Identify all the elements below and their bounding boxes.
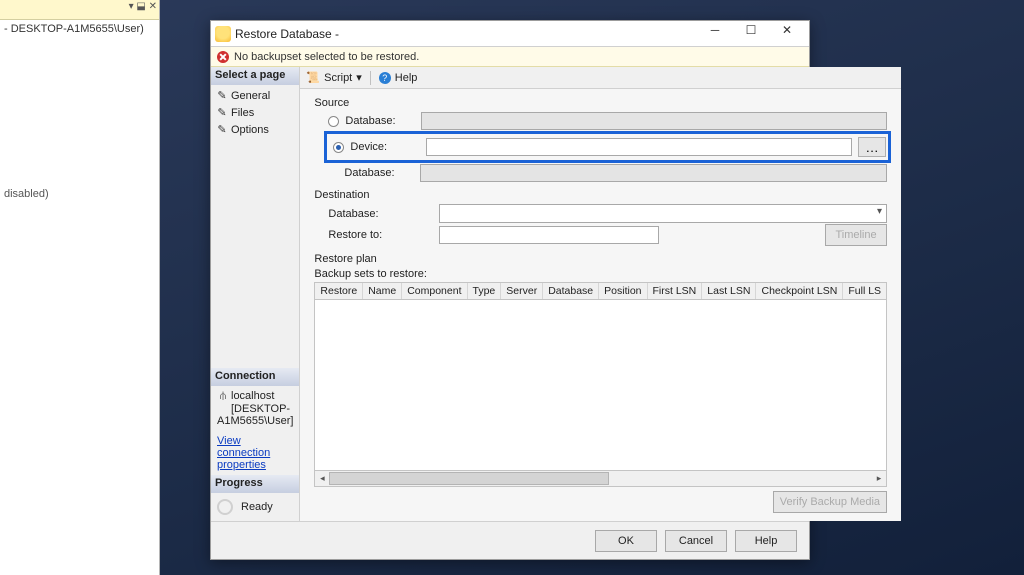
bg-crumb: - DESKTOP-A1M5655\User) xyxy=(0,20,159,38)
restore-plan-subtitle: Backup sets to restore: xyxy=(314,268,887,280)
help-button[interactable]: Help xyxy=(395,72,418,84)
backup-table-header: Restore Name Component Type Server Datab… xyxy=(314,282,887,300)
browse-device-button[interactable]: … xyxy=(858,137,886,157)
horizontal-scrollbar[interactable]: ◂ ▸ xyxy=(314,471,887,487)
source-title: Source xyxy=(314,97,887,109)
restore-to-label: Restore to: xyxy=(328,229,433,241)
progress-text: Ready xyxy=(241,501,273,513)
backup-table-body xyxy=(314,300,887,471)
page-icon: ✎ xyxy=(216,106,228,119)
script-toolbar: 📜 Script ▾ ? Help xyxy=(300,67,901,89)
destination-title: Destination xyxy=(314,189,887,201)
page-files[interactable]: ✎Files xyxy=(215,104,295,121)
source-inner-db-combo xyxy=(420,164,887,182)
minimize-button[interactable]: ─ xyxy=(697,23,733,45)
script-dropdown-icon[interactable]: ▾ xyxy=(356,71,362,84)
dest-database-label: Database: xyxy=(328,208,433,220)
col-type[interactable]: Type xyxy=(468,283,502,299)
source-group: Source Database: Device: … xyxy=(314,97,887,183)
error-icon xyxy=(217,51,229,63)
col-last-lsn[interactable]: Last LSN xyxy=(702,283,756,299)
help-button[interactable]: Help xyxy=(735,530,797,552)
background-panel: ▾ ⬓ ✕ - DESKTOP-A1M5655\User) disabled) xyxy=(0,0,160,575)
scroll-left-icon[interactable]: ◂ xyxy=(315,471,329,486)
page-label: Options xyxy=(231,124,269,136)
user-name: [DESKTOP-A1M5655\User] xyxy=(217,403,293,427)
close-button[interactable]: ✕ xyxy=(769,23,805,45)
maximize-button[interactable]: ☐ xyxy=(733,23,769,45)
page-label: Files xyxy=(231,107,254,119)
source-inner-db-label: Database: xyxy=(344,167,414,179)
scroll-thumb[interactable] xyxy=(329,472,609,485)
scroll-right-icon[interactable]: ▸ xyxy=(872,471,886,486)
timeline-button: Timeline xyxy=(825,224,887,246)
titlebar[interactable]: Restore Database - ─ ☐ ✕ xyxy=(211,21,809,47)
warning-text: No backupset selected to be restored. xyxy=(234,51,419,63)
col-position[interactable]: Position xyxy=(599,283,647,299)
progress-body: Ready xyxy=(211,493,299,521)
col-server[interactable]: Server xyxy=(501,283,543,299)
progress-spinner-icon xyxy=(217,499,233,515)
destination-group: Destination Database: Restore to: Timeli… xyxy=(314,189,887,247)
source-database-combo xyxy=(421,112,887,130)
restore-plan-title: Restore plan xyxy=(314,253,887,265)
select-page-header: Select a page xyxy=(211,67,299,85)
page-icon: ✎ xyxy=(216,89,228,102)
source-database-label: Database: xyxy=(345,115,415,127)
toolbar-separator xyxy=(370,71,371,85)
source-database-radio[interactable] xyxy=(328,116,339,127)
warning-bar: No backupset selected to be restored. xyxy=(211,47,809,67)
server-icon: ⫛ xyxy=(217,390,229,403)
col-checkpoint-lsn[interactable]: Checkpoint LSN xyxy=(756,283,843,299)
dest-database-combo[interactable] xyxy=(439,204,887,223)
view-connection-properties-link[interactable]: View connection properties xyxy=(211,431,299,475)
source-device-radio[interactable] xyxy=(333,142,344,153)
page-options[interactable]: ✎Options xyxy=(215,121,295,138)
source-device-input[interactable] xyxy=(426,138,852,156)
col-restore[interactable]: Restore xyxy=(315,283,363,299)
page-icon: ✎ xyxy=(216,123,228,136)
sidebar: Select a page ✎General ✎Files ✎Options C… xyxy=(211,67,299,521)
main-panel: 📜 Script ▾ ? Help Source Database: xyxy=(299,67,901,521)
progress-header: Progress xyxy=(211,475,299,493)
window-title: Restore Database - xyxy=(235,27,697,41)
connection-info: ⫛localhost [DESKTOP-A1M5655\User] xyxy=(211,386,299,431)
script-icon: 📜 xyxy=(306,71,320,84)
cancel-button[interactable]: Cancel xyxy=(665,530,727,552)
verify-backup-media-button: Verify Backup Media xyxy=(773,491,887,513)
bg-toolbar-buttons[interactable]: ▾ ⬓ ✕ xyxy=(129,1,157,12)
bg-toolbar: ▾ ⬓ ✕ xyxy=(0,0,159,20)
bg-disabled-text: disabled) xyxy=(0,188,159,200)
device-row-highlight: Device: … xyxy=(324,131,891,163)
server-name: localhost xyxy=(231,390,274,402)
source-device-label: Device: xyxy=(350,141,420,153)
page-general[interactable]: ✎General xyxy=(215,87,295,104)
col-database[interactable]: Database xyxy=(543,283,599,299)
ok-button[interactable]: OK xyxy=(595,530,657,552)
col-component[interactable]: Component xyxy=(402,283,467,299)
connection-header: Connection xyxy=(211,368,299,386)
app-icon xyxy=(215,26,231,42)
col-name[interactable]: Name xyxy=(363,283,402,299)
help-icon: ? xyxy=(379,72,391,84)
dialog-footer: OK Cancel Help xyxy=(211,521,809,559)
page-label: General xyxy=(231,90,270,102)
restore-database-dialog: Restore Database - ─ ☐ ✕ No backupset se… xyxy=(210,20,810,560)
script-button[interactable]: Script xyxy=(324,72,352,84)
col-full-ls[interactable]: Full LS xyxy=(843,283,886,299)
col-first-lsn[interactable]: First LSN xyxy=(648,283,703,299)
restore-to-input[interactable] xyxy=(439,226,659,244)
restore-plan-group: Restore plan Backup sets to restore: Res… xyxy=(314,253,887,519)
